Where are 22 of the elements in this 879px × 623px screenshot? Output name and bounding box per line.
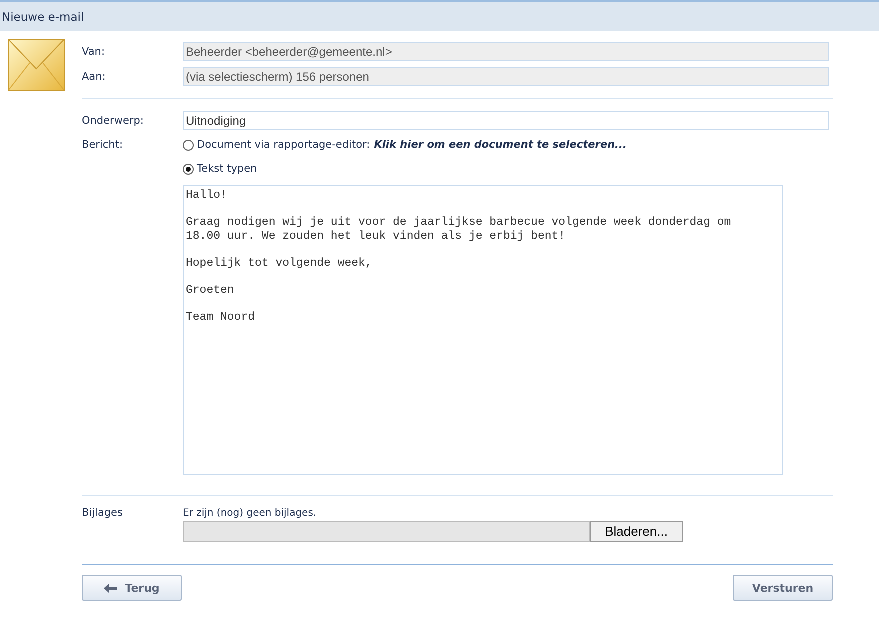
arrow-left-icon — [104, 584, 118, 592]
to-field[interactable]: (via selectiescherm) 156 personen — [183, 67, 829, 86]
file-field[interactable] — [183, 520, 590, 542]
browse-button[interactable]: Bladeren... — [590, 520, 683, 542]
window-title: Nieuwe e-mail — [2, 10, 84, 24]
field-label: Onderwerp: — [82, 114, 145, 126]
back-button[interactable]: Terug — [82, 575, 182, 601]
field-label: Aan: — [82, 70, 107, 82]
field-label: Van: — [82, 46, 106, 58]
radio-button[interactable] — [183, 140, 194, 150]
send-button[interactable]: Versturen — [733, 575, 833, 601]
attachment-status: Er zijn (nog) geen bijlages. — [183, 508, 317, 518]
option-label: Document via rapportage-editor: — [197, 139, 370, 151]
from-field[interactable]: Beheerder <beheerder@gemeente.nl> — [183, 42, 829, 61]
select-document-link[interactable]: Klik hier om een document te selecteren... — [374, 139, 628, 151]
envelope-icon — [8, 39, 65, 91]
message-field[interactable]: Hallo! Graag nodigen wij je uit voor de jaarlijkse barbecue volgende week donderdag om 18.00 uur. We zouden het leuk vinden als je erbij bent! Hopelijk tot volgende week, Groeten Team Noord — [183, 185, 783, 475]
field-label: Bericht: — [82, 139, 124, 151]
option-label: Tekst typen — [197, 163, 258, 175]
field-label: Bijlages — [82, 507, 124, 519]
radio-button[interactable] — [183, 164, 194, 174]
subject-field[interactable]: Uitnodiging — [183, 111, 829, 130]
